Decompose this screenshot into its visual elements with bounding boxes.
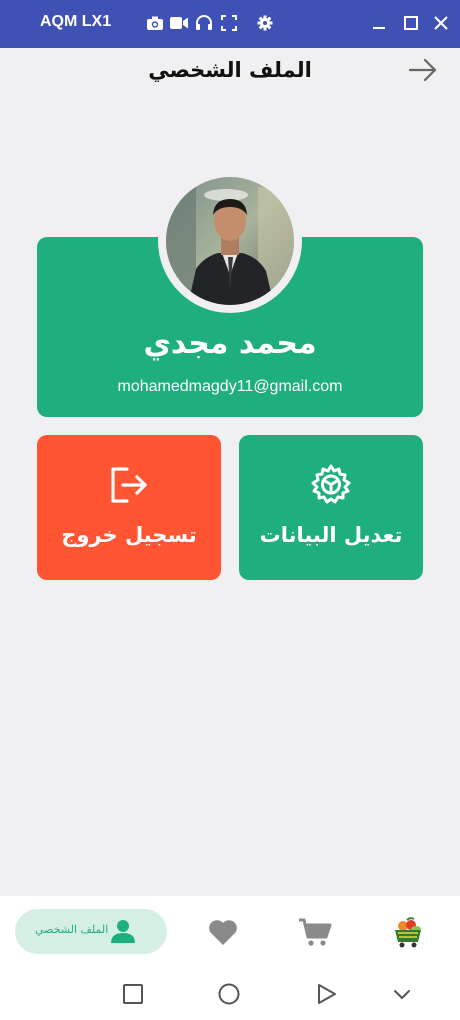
edit-profile-button[interactable]: تعديل البيانات [239,435,423,580]
headphones-icon[interactable] [193,12,215,34]
user-name: محمد مجدي [143,326,317,361]
logout-label: تسجيل خروج [61,523,197,547]
logout-icon [107,463,151,507]
cart-icon[interactable] [298,917,332,947]
bottom-navigation: الملف الشخصي [0,896,460,966]
heart-icon[interactable] [207,917,239,947]
arrow-right-icon[interactable] [407,57,439,83]
minimize-icon[interactable] [368,12,390,34]
close-icon[interactable] [430,12,452,34]
maximize-icon[interactable] [400,12,422,34]
triangle-icon[interactable] [314,982,338,1006]
square-icon[interactable] [121,982,145,1006]
video-icon[interactable] [168,12,190,34]
circle-icon[interactable] [217,982,241,1006]
settings-icon[interactable] [254,12,276,34]
page-title: الملف الشخصي [148,58,312,82]
grocery-basket-icon[interactable] [392,917,424,948]
system-navigation-bar [0,966,460,1020]
logout-button[interactable]: تسجيل خروج [37,435,221,580]
avatar[interactable] [166,177,294,305]
nav-item-profile[interactable]: الملف الشخصي [15,909,167,954]
edit-profile-label: تعديل البيانات [259,523,403,547]
app-screen: الملف الشخصي محمد مجدي mohamedmagdy11@gm… [0,48,460,896]
device-name: AQM LX1 [40,13,112,30]
user-email: mohamedmagdy11@gmail.com [117,378,343,395]
gear-icon [309,463,353,507]
emulator-titlebar: AQM LX1 [0,0,460,48]
person-icon [110,918,136,944]
camera-icon[interactable] [144,12,166,34]
fullscreen-icon[interactable] [218,12,240,34]
nav-profile-label: الملف الشخصي [35,923,109,936]
chevron-down-icon[interactable] [390,982,414,1006]
